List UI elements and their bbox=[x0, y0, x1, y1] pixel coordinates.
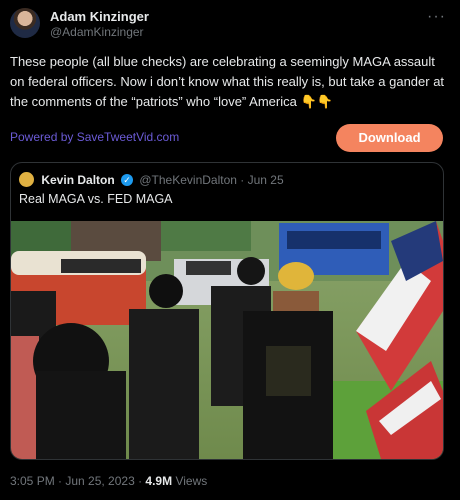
quoted-avatar[interactable] bbox=[19, 172, 34, 188]
author-name[interactable]: Adam Kinzinger bbox=[50, 9, 149, 24]
quoted-handle-time: @TheKevinDalton · Jun 25 bbox=[139, 172, 284, 187]
views-label: Views bbox=[172, 474, 208, 488]
powered-by-link[interactable]: Powered by SaveTweetVid.com bbox=[10, 130, 179, 144]
quoted-author-name[interactable]: Kevin Dalton bbox=[41, 173, 114, 187]
views-count: 4.9M bbox=[145, 474, 173, 488]
tweet-time-date[interactable]: 3:05 PM · Jun 25, 2023 · bbox=[10, 474, 145, 488]
verified-badge-icon: ✓ bbox=[121, 173, 134, 186]
quoted-media-image[interactable] bbox=[11, 221, 443, 459]
download-button[interactable]: Download bbox=[336, 124, 443, 152]
more-dots-icon[interactable]: ··· bbox=[427, 8, 446, 26]
quoted-tweet-header: Kevin Dalton ✓ @TheKevinDalton · Jun 25 bbox=[19, 172, 284, 190]
author-handle[interactable]: @AdamKinzinger bbox=[50, 25, 144, 39]
tweet-meta: 3:05 PM · Jun 25, 2023 · 4.9M Views bbox=[10, 474, 207, 488]
protest-scene-illustration bbox=[11, 221, 443, 459]
quoted-tweet-text: Real MAGA vs. FED MAGA bbox=[19, 192, 173, 206]
tweet-text: These people (all blue checks) are celeb… bbox=[10, 54, 445, 109]
tweet-header: Adam Kinzinger @AdamKinzinger ··· bbox=[10, 8, 450, 42]
avatar[interactable] bbox=[10, 8, 40, 38]
quoted-tweet[interactable]: Kevin Dalton ✓ @TheKevinDalton · Jun 25 … bbox=[10, 162, 444, 460]
